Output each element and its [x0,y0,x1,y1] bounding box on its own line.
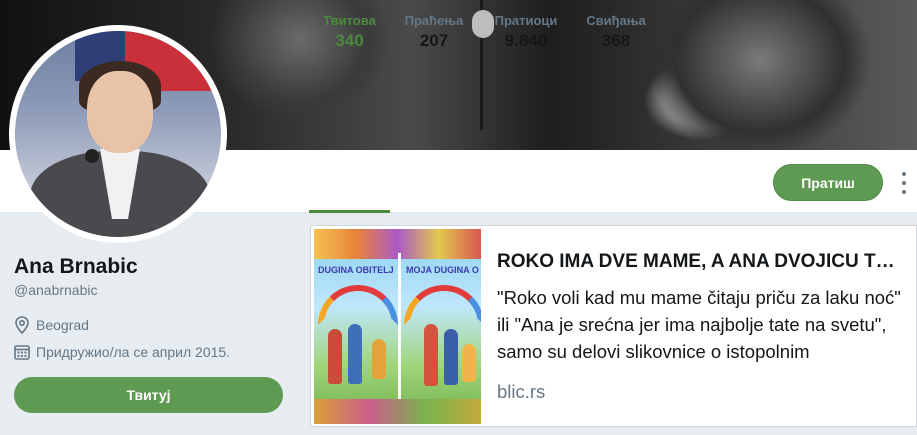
joined-text: Придружио/ла се април 2015. [36,344,231,360]
location-text: Beograd [36,317,89,333]
link-preview-card[interactable]: DUGINA OBITELJ MOJA DUGINA O ROKO IMA DV… [310,225,917,427]
thumb-right-title: MOJA DUGINA O [406,265,479,275]
thumb-left-title: DUGINA OBITELJ [318,265,394,275]
card-title: ROKO IMA DVE MAME, A ANA DVOJICU T… [497,251,895,272]
tweet-button[interactable]: Твитуј [14,377,283,413]
more-vertical-icon[interactable] [899,172,909,194]
stat-following-value: 207 [419,31,449,50]
card-thumbnail: DUGINA OBITELJ MOJA DUGINA O [314,229,481,424]
location-pin-icon [15,316,29,334]
stat-followers-label: Пратиоци [494,13,558,28]
card-description: "Roko voli kad mu mame čitaju priču za l… [497,287,901,362]
avatar-image [15,31,221,237]
stat-tweets[interactable]: Твитова 340 [309,13,390,51]
card-domain: blic.rs [497,381,546,402]
profile-name: Ana Brnabic [14,255,138,278]
active-tab-indicator [309,210,390,213]
avatar[interactable] [9,25,227,243]
profile-joined: Придружио/ла се април 2015. [14,344,230,360]
stat-following-label: Праћења [404,13,464,28]
stat-tweets-value: 340 [335,31,364,50]
following-button[interactable]: Пратиш [773,164,883,201]
stat-likes-label: Свиђања [586,13,646,28]
profile-handle: @anabrnabic [14,282,98,298]
calendar-icon [14,345,30,360]
stat-tweets-label: Твитова [323,13,376,28]
stat-followers-value: 9.840 [504,31,548,50]
profile-location: Beograd [14,316,89,334]
stat-following[interactable]: Праћења 207 [398,13,470,51]
stat-followers[interactable]: Пратиоци 9.840 [486,13,566,51]
stat-likes-value: 368 [601,31,631,50]
stat-likes[interactable]: Свиђања 368 [580,13,652,51]
